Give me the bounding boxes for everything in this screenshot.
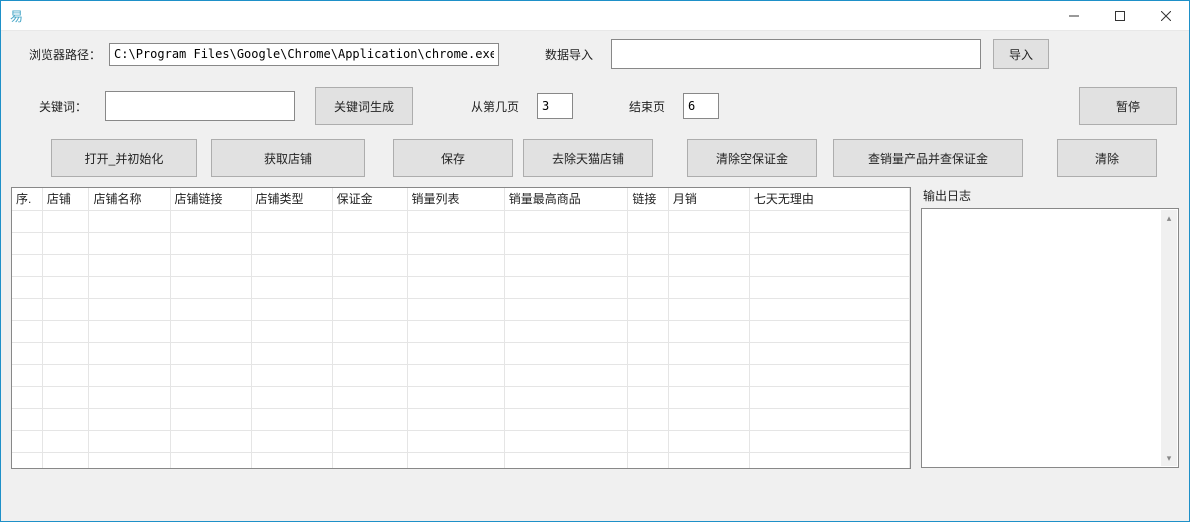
table-row[interactable] [12,364,910,386]
from-page-input[interactable] [537,93,573,119]
log-output[interactable]: ▴ ▾ [921,208,1179,468]
save-button[interactable]: 保存 [393,139,513,177]
table-row[interactable] [12,232,910,254]
column-header[interactable]: 保证金 [332,188,407,210]
scroll-up-icon[interactable]: ▴ [1161,210,1177,226]
data-import-input[interactable] [611,39,981,69]
keyword-input[interactable] [105,91,295,121]
table-row[interactable] [12,430,910,452]
import-button[interactable]: 导入 [993,39,1049,69]
clear-button[interactable]: 清除 [1057,139,1157,177]
column-header[interactable]: 店铺名称 [89,188,170,210]
table-row[interactable] [12,386,910,408]
log-label: 输出日志 [921,187,1179,204]
end-page-input[interactable] [683,93,719,119]
column-header[interactable]: 销量列表 [407,188,504,210]
minimize-button[interactable] [1051,1,1097,31]
scroll-down-icon[interactable]: ▾ [1161,450,1177,466]
table-row[interactable] [12,276,910,298]
table-row[interactable] [12,408,910,430]
table-row[interactable] [12,452,910,469]
get-shops-button[interactable]: 获取店铺 [211,139,365,177]
keyword-label: 关键词： [39,98,87,115]
column-header[interactable]: 七天无理由 [749,188,909,210]
client-area: 浏览器路径： 数据导入 导入 关键词： 关键词生成 从第几页 结束页 暂停 打开… [1,31,1189,521]
check-sales-deposit-button[interactable]: 查销量产品并查保证金 [833,139,1023,177]
column-header[interactable]: 链接 [628,188,669,210]
clear-empty-deposit-button[interactable]: 清除空保证金 [687,139,817,177]
data-import-label: 数据导入 [545,46,593,63]
browser-path-input[interactable] [109,43,499,66]
open-init-button[interactable]: 打开_并初始化 [51,139,197,177]
log-scrollbar[interactable]: ▴ ▾ [1161,210,1177,466]
column-header[interactable]: 月销 [668,188,749,210]
column-header[interactable]: 店铺 [42,188,89,210]
close-button[interactable] [1143,1,1189,31]
column-header[interactable]: 销量最高商品 [504,188,628,210]
column-header[interactable]: 店铺链接 [170,188,251,210]
data-table[interactable]: 序.店铺店铺名称店铺链接店铺类型保证金销量列表销量最高商品链接月销七天无理由 [11,187,911,469]
svg-text:易: 易 [10,9,23,24]
titlebar: 易 [1,1,1189,31]
table-row[interactable] [12,320,910,342]
app-icon: 易 [7,8,23,24]
gen-keyword-button[interactable]: 关键词生成 [315,87,413,125]
window-controls [1051,1,1189,31]
browser-path-label: 浏览器路径： [29,46,101,63]
from-page-label: 从第几页 [471,98,519,115]
table-row[interactable] [12,254,910,276]
table-row[interactable] [12,342,910,364]
maximize-button[interactable] [1097,1,1143,31]
pause-button[interactable]: 暂停 [1079,87,1177,125]
end-page-label: 结束页 [629,98,665,115]
table-row[interactable] [12,210,910,232]
column-header[interactable]: 店铺类型 [251,188,332,210]
table-row[interactable] [12,298,910,320]
column-header[interactable]: 序. [12,188,42,210]
remove-tmall-button[interactable]: 去除天猫店铺 [523,139,653,177]
